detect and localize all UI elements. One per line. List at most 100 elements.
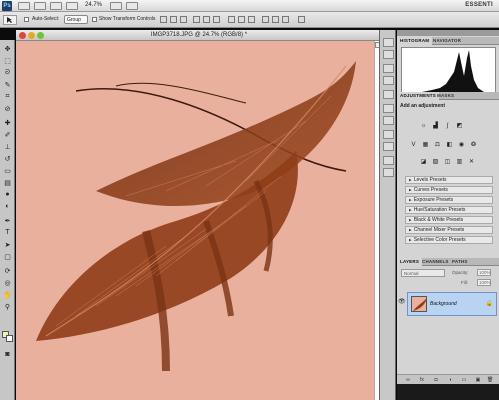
opacity-field[interactable]: 100% <box>477 269 491 276</box>
distribute-vcenter-icon[interactable] <box>238 16 245 23</box>
new-layer-icon[interactable]: ▣ <box>475 377 481 383</box>
3d-rotate-tool-icon[interactable]: ⟳ <box>2 266 13 275</box>
path-selection-tool-icon[interactable]: ➤ <box>2 240 13 249</box>
hand-tool-icon[interactable] <box>66 2 78 10</box>
tool-presets-panel-icon[interactable] <box>383 168 394 177</box>
tab-paths[interactable]: PATHS <box>449 258 471 266</box>
eraser-tool-icon[interactable]: ▭ <box>2 166 13 175</box>
zoom-level[interactable]: 24.7% <box>85 2 102 8</box>
exposure-icon[interactable]: ◩ <box>455 121 464 130</box>
auto-select-checkbox[interactable] <box>24 17 29 22</box>
workspace-switcher[interactable]: ESSENTI <box>465 2 493 8</box>
layer-row-background[interactable]: Background 🔒 <box>407 292 497 316</box>
new-adjustment-icon[interactable]: ◑ <box>447 377 453 383</box>
brush-panel-icon[interactable] <box>383 130 394 139</box>
preset-black-white[interactable]: Black & White Presets <box>405 216 493 224</box>
add-mask-icon[interactable]: ◘ <box>433 377 439 383</box>
distribute-hcenter-icon[interactable] <box>272 16 279 23</box>
preset-curves[interactable]: Curves Presets <box>405 186 493 194</box>
invert-icon[interactable]: ◪ <box>419 157 428 166</box>
blur-tool-icon[interactable]: ● <box>2 190 13 199</box>
arrange-documents-icon[interactable] <box>110 2 122 10</box>
clone-stamp-tool-icon[interactable]: ⊥ <box>2 142 13 151</box>
align-hcenter-icon[interactable] <box>203 16 210 23</box>
minimize-window-icon[interactable] <box>28 32 35 39</box>
mini-bridge-icon[interactable] <box>34 2 46 10</box>
tab-adjustments[interactable]: ADJUSTMENTS <box>397 92 439 100</box>
align-bottom-icon[interactable] <box>180 16 187 23</box>
auto-select-dropdown[interactable]: Group <box>64 15 88 24</box>
info-panel-icon[interactable] <box>383 156 394 165</box>
transform-controls-checkbox[interactable] <box>92 17 97 22</box>
styles-panel-icon[interactable] <box>383 90 394 99</box>
clone-source-panel-icon[interactable] <box>383 142 394 151</box>
visibility-eye-icon[interactable]: 👁 <box>398 298 406 306</box>
align-top-icon[interactable] <box>160 16 167 23</box>
preset-exposure[interactable]: Exposure Presets <box>405 196 493 204</box>
layer-name[interactable]: Background <box>430 301 457 307</box>
gradient-tool-icon[interactable]: ▤ <box>2 178 13 187</box>
quick-selection-tool-icon[interactable]: ✎ <box>2 80 13 89</box>
brush-tool-icon[interactable]: ✐ <box>2 130 13 139</box>
pen-tool-icon[interactable]: ✒ <box>2 216 13 225</box>
dodge-tool-icon[interactable]: ◐ <box>2 202 13 211</box>
tab-masks[interactable]: MASKS <box>434 92 457 100</box>
healing-brush-tool-icon[interactable]: ✚ <box>2 118 13 127</box>
brightness-contrast-icon[interactable]: ☼ <box>419 121 428 130</box>
history-panel-icon[interactable] <box>383 38 394 47</box>
eyedropper-tool-icon[interactable]: ⊘ <box>2 104 13 113</box>
zoom-tool-icon[interactable]: ⚲ <box>2 302 13 311</box>
black-white-icon[interactable]: ◧ <box>445 140 454 149</box>
preset-selective-color[interactable]: Selective Color Presets <box>405 236 493 244</box>
history-brush-tool-icon[interactable]: ↺ <box>2 154 13 163</box>
3d-orbit-tool-icon[interactable]: ◎ <box>2 278 13 287</box>
character-panel-icon[interactable] <box>383 104 394 113</box>
tab-histogram[interactable]: HISTOGRAM <box>397 37 433 45</box>
photo-filter-icon[interactable]: ◉ <box>457 140 466 149</box>
delete-layer-icon[interactable]: 🗑 <box>487 377 493 383</box>
new-group-icon[interactable]: ▭ <box>461 377 467 383</box>
zoom-window-icon[interactable] <box>37 32 44 39</box>
layer-style-icon[interactable]: fx <box>419 377 425 383</box>
distribute-bottom-icon[interactable] <box>248 16 255 23</box>
tab-channels[interactable]: CHANNELS <box>419 258 452 266</box>
tab-navigator[interactable]: NAVIGATOR <box>430 37 464 45</box>
hand-tool-icon[interactable]: ✋ <box>2 290 13 299</box>
screen-mode-icon[interactable] <box>126 2 138 10</box>
background-color-swatch[interactable] <box>6 335 13 342</box>
fill-field[interactable]: 100% <box>477 279 491 286</box>
align-left-icon[interactable] <box>193 16 200 23</box>
vibrance-icon[interactable]: V <box>409 140 418 149</box>
shape-tool-icon[interactable]: ▢ <box>2 252 13 261</box>
channel-mixer-icon[interactable]: ❂ <box>469 140 478 149</box>
auto-align-icon[interactable] <box>298 16 305 23</box>
extras-icon[interactable] <box>50 2 62 10</box>
color-balance-icon[interactable]: ⚖ <box>433 140 442 149</box>
distribute-right-icon[interactable] <box>282 16 289 23</box>
close-window-icon[interactable] <box>19 32 26 39</box>
document-title-bar[interactable]: IMGP3718.JPG @ 24.7% (RGB/8) * <box>16 30 382 41</box>
image-canvas[interactable] <box>16 41 374 400</box>
color-panel-icon[interactable] <box>383 64 394 73</box>
move-tool-preset-icon[interactable] <box>3 15 17 25</box>
swatches-panel-icon[interactable] <box>383 76 394 85</box>
preset-levels[interactable]: Levels Presets <box>405 176 493 184</box>
actions-panel-icon[interactable] <box>383 50 394 59</box>
align-right-icon[interactable] <box>213 16 220 23</box>
hue-saturation-icon[interactable]: ▦ <box>421 140 430 149</box>
distribute-top-icon[interactable] <box>228 16 235 23</box>
align-vcenter-icon[interactable] <box>170 16 177 23</box>
blend-mode-select[interactable]: Normal <box>401 269 445 277</box>
distribute-left-icon[interactable] <box>262 16 269 23</box>
bridge-icon[interactable] <box>18 2 30 10</box>
preset-channel-mixer[interactable]: Channel Mixer Presets <box>405 226 493 234</box>
quick-mask-icon[interactable]: ◙ <box>2 350 13 359</box>
gradient-map-icon[interactable]: ▥ <box>455 157 464 166</box>
levels-icon[interactable]: ▟ <box>431 121 440 130</box>
threshold-icon[interactable]: ◫ <box>443 157 452 166</box>
link-layers-icon[interactable]: ∞ <box>405 377 411 383</box>
selective-color-icon[interactable]: ✕ <box>467 157 476 166</box>
posterize-icon[interactable]: ▨ <box>431 157 440 166</box>
type-tool-icon[interactable]: T <box>2 228 13 237</box>
crop-tool-icon[interactable]: ⌗ <box>2 92 13 101</box>
